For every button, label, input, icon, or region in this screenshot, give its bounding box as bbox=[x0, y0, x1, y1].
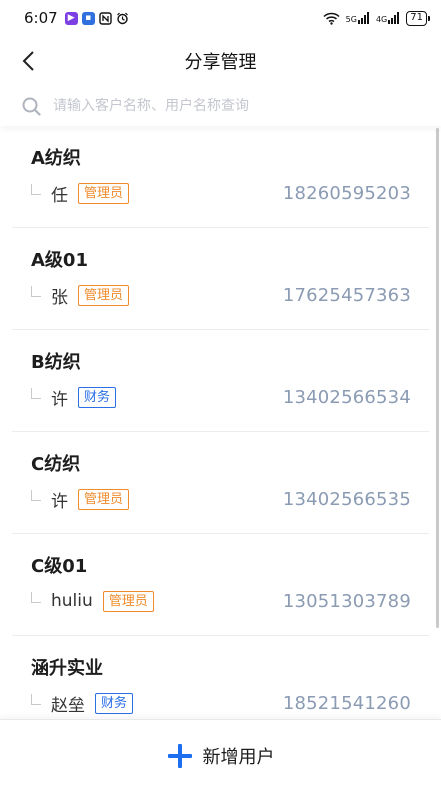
back-button[interactable] bbox=[14, 47, 42, 75]
add-user-button[interactable]: 新增用户 bbox=[167, 743, 275, 769]
group-name: C级01 bbox=[31, 556, 88, 577]
nav-bar: 分享管理 bbox=[0, 36, 441, 86]
search-bar bbox=[0, 86, 441, 126]
signal-4g-icon: 4G bbox=[376, 12, 400, 24]
phone-number: 18260595203 bbox=[282, 182, 411, 204]
group-name: C纺织 bbox=[31, 454, 81, 475]
notification-app-icon: ▪ bbox=[81, 11, 95, 25]
member-name: 赵垒 bbox=[51, 695, 85, 716]
tree-connector bbox=[31, 591, 41, 603]
tree-connector bbox=[31, 693, 41, 705]
alarm-icon bbox=[116, 12, 128, 24]
member-row: 许 财务 13402566534 bbox=[31, 384, 411, 410]
list-item[interactable]: A纺织 任 管理员 18260595203 bbox=[12, 126, 429, 228]
status-time: 6:07 bbox=[24, 9, 58, 27]
signal-5g-icon: 5G bbox=[346, 12, 370, 24]
plus-icon bbox=[167, 743, 192, 768]
member-name: 许 bbox=[51, 491, 68, 512]
wifi-icon bbox=[323, 12, 340, 25]
role-badge: 管理员 bbox=[78, 182, 130, 204]
nfc-icon bbox=[98, 11, 112, 25]
search-icon bbox=[22, 97, 41, 116]
member-row: 赵垒 财务 18521541260 bbox=[31, 690, 411, 716]
tree-connector bbox=[31, 387, 41, 399]
battery-indicator: 71 bbox=[406, 10, 430, 26]
list-item[interactable]: B纺织 许 财务 13402566534 bbox=[12, 330, 429, 432]
tree-connector bbox=[31, 489, 41, 501]
scrollbar-thumb[interactable] bbox=[436, 128, 439, 628]
member-row: 许 管理员 13402566535 bbox=[31, 486, 411, 512]
role-badge: 管理员 bbox=[102, 590, 154, 612]
list-item[interactable]: C级01 huliu 管理员 13051303789 bbox=[12, 534, 429, 636]
phone-number: 13402566534 bbox=[282, 386, 411, 408]
page-title: 分享管理 bbox=[184, 52, 257, 73]
tree-connector bbox=[31, 285, 41, 297]
phone-number: 13051303789 bbox=[282, 590, 411, 612]
group-name: 涵升实业 bbox=[31, 658, 103, 679]
role-badge: 财务 bbox=[95, 692, 134, 714]
member-name: 任 bbox=[51, 185, 68, 206]
member-row: huliu 管理员 13051303789 bbox=[31, 588, 411, 614]
member-name: 张 bbox=[51, 287, 68, 308]
status-right: 5G 4G 71 bbox=[323, 10, 430, 26]
status-left: 6:07 ▶ ▪ bbox=[24, 9, 129, 27]
member-name: huliu bbox=[51, 591, 93, 611]
tree-connector bbox=[31, 183, 41, 195]
group-name: A级01 bbox=[31, 250, 88, 271]
member-row: 张 管理员 17625457363 bbox=[31, 282, 411, 308]
role-badge: 管理员 bbox=[78, 488, 130, 510]
role-badge: 财务 bbox=[78, 386, 117, 408]
phone-number: 17625457363 bbox=[282, 284, 411, 306]
bottom-bar: 新增用户 bbox=[0, 719, 441, 791]
list-item[interactable]: C纺织 许 管理员 13402566535 bbox=[12, 432, 429, 534]
member-row: 任 管理员 18260595203 bbox=[31, 180, 411, 206]
add-user-label: 新增用户 bbox=[202, 746, 275, 768]
list-item[interactable]: A级01 张 管理员 17625457363 bbox=[12, 228, 429, 330]
role-badge: 管理员 bbox=[78, 284, 130, 306]
search-input[interactable] bbox=[53, 98, 383, 114]
member-name: 许 bbox=[51, 389, 68, 410]
notification-app-icon: ▶ bbox=[64, 11, 78, 25]
phone-number: 18521541260 bbox=[282, 692, 411, 714]
chevron-left-icon bbox=[22, 51, 34, 71]
phone-number: 13402566535 bbox=[282, 488, 411, 510]
group-name: A纺织 bbox=[31, 148, 81, 169]
status-bar: 6:07 ▶ ▪ 5G 4G 71 bbox=[0, 0, 441, 36]
share-list: A纺织 任 管理员 18260595203 A级01 张 管理员 1762545… bbox=[0, 126, 441, 738]
group-name: B纺织 bbox=[31, 352, 81, 373]
